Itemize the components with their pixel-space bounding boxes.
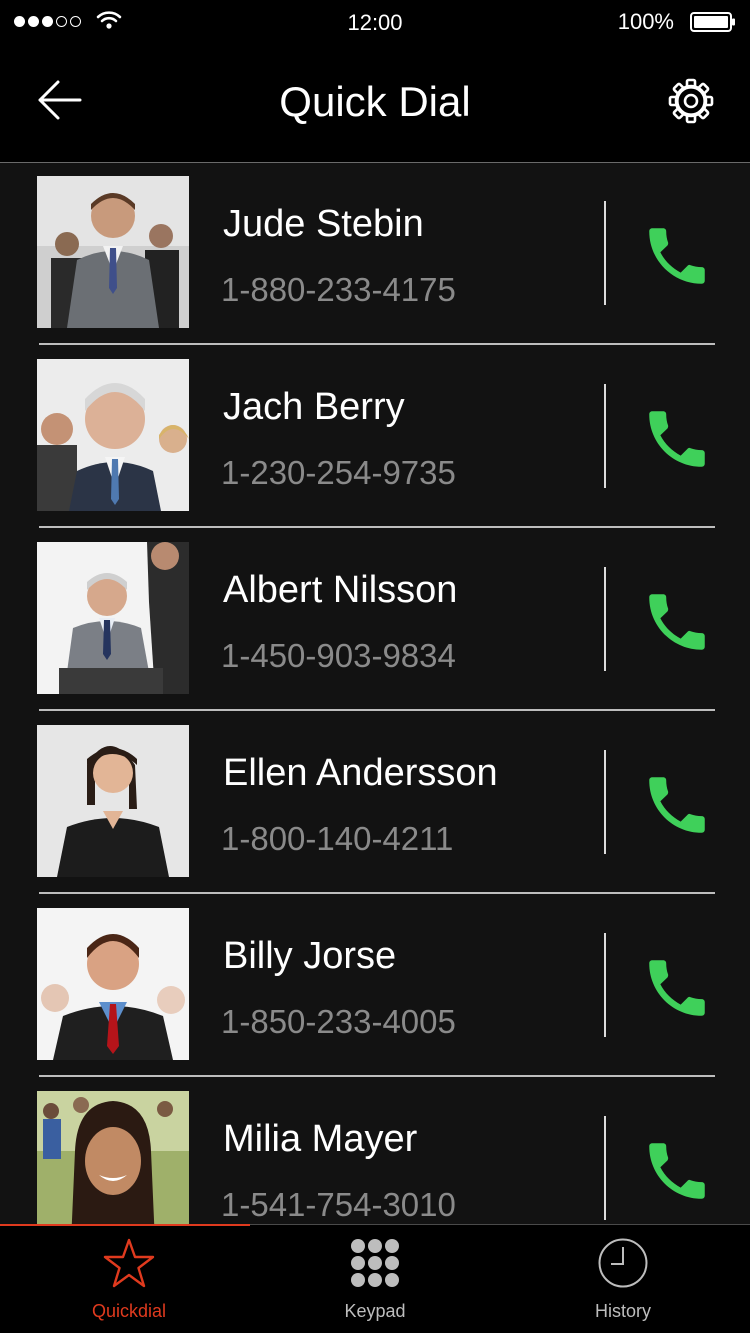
divider <box>604 567 606 671</box>
phone-call-icon[interactable] <box>640 951 714 1025</box>
contact-name: Jach Berry <box>223 386 405 428</box>
star-icon <box>103 1238 155 1288</box>
contact-photo <box>37 908 189 1060</box>
contact-phone: 1-450-903-9834 <box>221 637 456 674</box>
divider <box>604 933 606 1037</box>
divider <box>604 1116 606 1220</box>
contact-photo <box>37 1091 189 1224</box>
contact-row[interactable]: Billy Jorse 1-850-233-4005 <box>0 895 750 1077</box>
gear-icon[interactable] <box>668 78 714 124</box>
row-separator <box>39 343 715 345</box>
clock-icon <box>598 1238 648 1288</box>
row-separator <box>39 709 715 711</box>
contact-phone: 1-800-140-4211 <box>221 820 454 857</box>
divider <box>604 384 606 488</box>
contact-row[interactable]: Jach Berry 1-230-254-9735 <box>0 346 750 528</box>
tab-bar: Quickdial Keypad History <box>0 1224 750 1333</box>
contact-row[interactable]: Ellen Andersson 1-800-140-4211 <box>0 712 750 894</box>
row-separator <box>39 892 715 894</box>
phone-call-icon[interactable] <box>640 585 714 659</box>
quick-dial-list[interactable]: Jude Stebin 1-880-233-4175 Jach Berry 1-… <box>0 163 750 1224</box>
divider <box>604 201 606 305</box>
battery-icon <box>690 12 735 32</box>
phone-call-icon[interactable] <box>640 402 714 476</box>
battery-percentage: 100% <box>617 9 674 34</box>
row-separator <box>39 526 715 528</box>
contact-name: Billy Jorse <box>223 935 397 977</box>
contact-name: Milia Mayer <box>223 1118 418 1160</box>
contact-phone: 1-880-233-4175 <box>221 271 456 308</box>
phone-call-icon[interactable] <box>640 219 714 293</box>
contact-row[interactable]: Albert Nilsson 1-450-903-9834 <box>0 529 750 711</box>
contact-photo <box>37 176 189 328</box>
tab-label: Keypad <box>344 1301 406 1321</box>
status-bar: 12:00 100% <box>0 0 750 44</box>
contact-phone: 1-541-754-3010 <box>221 1186 456 1223</box>
tab-label: Quickdial <box>91 1301 167 1321</box>
contact-name: Jude Stebin <box>223 203 424 245</box>
phone-call-icon[interactable] <box>640 768 714 842</box>
contact-photo <box>37 359 189 511</box>
contact-phone: 1-850-233-4005 <box>221 1003 456 1040</box>
navigation-bar: Quick Dial <box>0 44 750 163</box>
row-separator <box>39 1075 715 1077</box>
contact-row[interactable]: Milia Mayer 1-541-754-3010 <box>0 1078 750 1224</box>
phone-call-icon[interactable] <box>640 1134 714 1208</box>
tab-quickdial[interactable]: Quickdial <box>4 1225 254 1333</box>
page-title: Quick Dial <box>279 78 471 125</box>
tab-history[interactable]: History <box>498 1225 748 1333</box>
tab-keypad[interactable]: Keypad <box>250 1225 500 1333</box>
divider <box>604 750 606 854</box>
contact-phone: 1-230-254-9735 <box>221 454 456 491</box>
contact-photo <box>37 725 189 877</box>
contact-name: Ellen Andersson <box>223 752 498 794</box>
tab-label: History <box>594 1301 651 1321</box>
contact-row[interactable]: Jude Stebin 1-880-233-4175 <box>0 163 750 345</box>
contact-photo <box>37 542 189 694</box>
keypad-icon <box>351 1239 399 1287</box>
contact-name: Albert Nilsson <box>223 569 458 611</box>
